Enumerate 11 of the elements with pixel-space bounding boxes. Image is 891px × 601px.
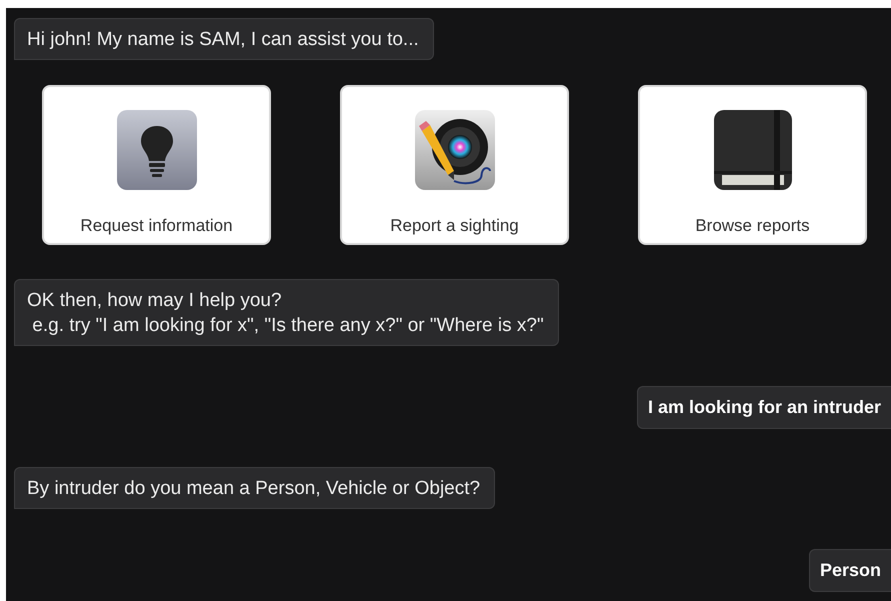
user-message: Person: [808, 549, 891, 592]
bot-message: By intruder do you mean a Person, Vehicle or Object?: [14, 467, 496, 509]
option-card[interactable]: Request information: [42, 85, 271, 245]
book-icon: [712, 109, 794, 191]
camera-pencil-icon: [414, 109, 496, 191]
option-card[interactable]: Report a sighting: [340, 85, 569, 245]
bot-message: Hi john! My name is SAM, I can assist you to...: [14, 18, 434, 60]
user-message: I am looking for an intruder: [636, 386, 891, 429]
bot-message: OK then, how may I help you? e.g. try "I am looking for x", "Is there any x?" or "Where is x?": [14, 279, 559, 346]
option-card[interactable]: Browse reports: [638, 85, 867, 245]
lightbulb-icon: [116, 109, 198, 191]
